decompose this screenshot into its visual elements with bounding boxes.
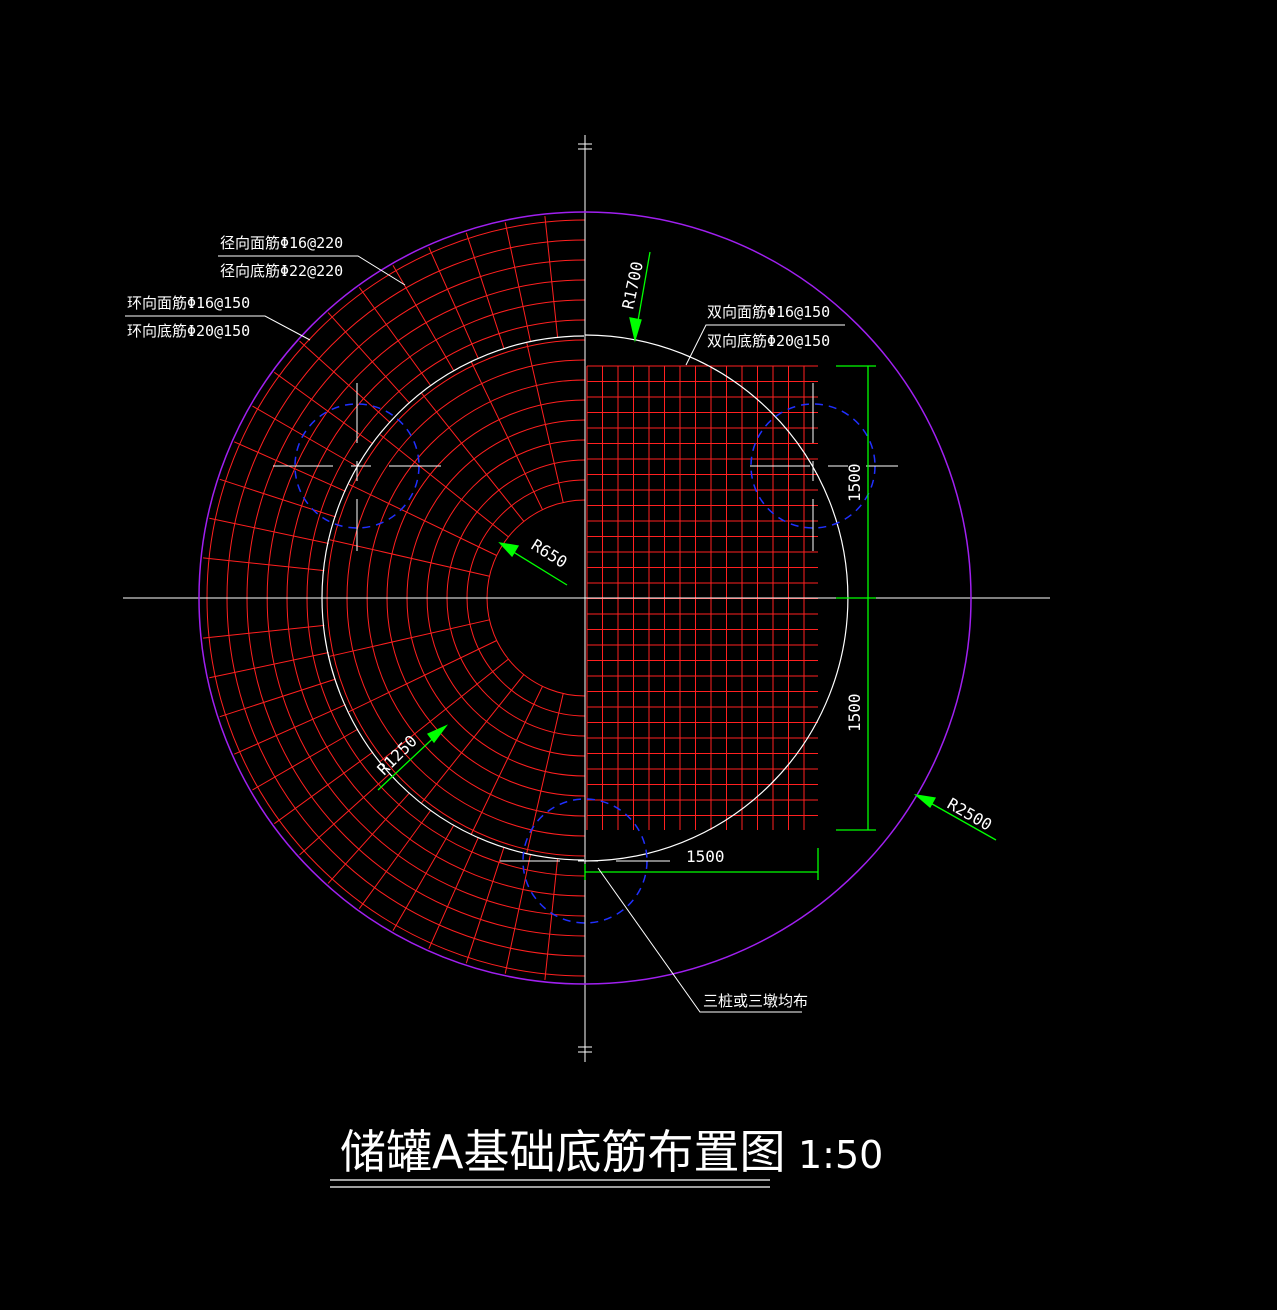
drawing-title: 储罐A基础底筋布置图 — [340, 1125, 785, 1179]
radial-bottom-note: 径向底筋Φ22@220 — [220, 262, 343, 280]
twoway-top-note: 双向面筋Φ16@150 — [707, 303, 830, 321]
dim-upper-vertical: 1500 — [845, 463, 864, 502]
radial-top-note: 径向面筋Φ16@220 — [220, 234, 343, 252]
canvas-background — [0, 0, 1277, 1310]
dim-horizontal: 1500 — [686, 847, 725, 866]
twoway-bottom-note: 双向底筋Φ20@150 — [707, 332, 830, 350]
drawing-scale: 1:50 — [798, 1133, 883, 1177]
ring-top-note: 环向面筋Φ16@150 — [127, 294, 250, 312]
pile-note: 三桩或三墩均布 — [703, 992, 808, 1010]
dim-lower-vertical: 1500 — [845, 693, 864, 732]
foundation-rebar-drawing: 径向面筋Φ16@220 径向底筋Φ22@220 环向面筋Φ16@150 环向底筋… — [0, 0, 1277, 1310]
ring-bottom-note: 环向底筋Φ20@150 — [127, 322, 250, 340]
